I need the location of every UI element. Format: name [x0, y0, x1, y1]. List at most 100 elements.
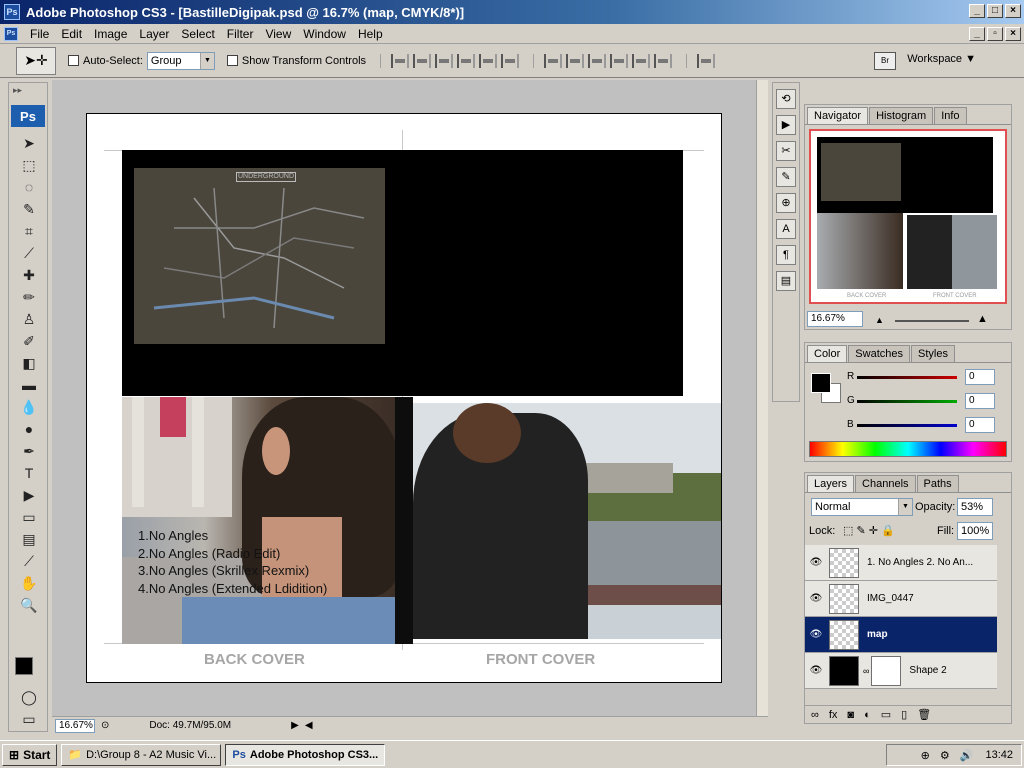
eye-icon[interactable]: 👁 — [805, 593, 827, 604]
distribute-top-icon[interactable] — [544, 53, 563, 68]
blue-slider[interactable]: B 0 — [847, 417, 1007, 433]
brushes-panel-icon[interactable]: ✎ — [776, 167, 796, 187]
distribute-left-icon[interactable] — [610, 53, 629, 68]
quick-selection-tool-icon[interactable]: ✎ — [15, 199, 43, 219]
vertical-scrollbar[interactable] — [756, 80, 768, 716]
distribute-right-icon[interactable] — [654, 53, 673, 68]
front-cover-photo[interactable] — [413, 403, 721, 639]
eye-icon[interactable]: 👁 — [805, 557, 827, 568]
gradient-tool-icon[interactable]: ▬ — [15, 375, 43, 395]
taskbar-photoshop-button[interactable]: Ps Adobe Photoshop CS3... — [225, 743, 386, 766]
adjustment-layer-icon[interactable]: ◐ — [864, 709, 871, 721]
auto-align-icon[interactable] — [697, 53, 716, 68]
menu-filter[interactable]: Filter — [221, 27, 260, 41]
eyedropper-icon[interactable]: ⟋ — [15, 551, 43, 571]
layer-style-icon[interactable]: fx — [829, 709, 838, 721]
menu-edit[interactable]: Edit — [55, 27, 88, 41]
align-hcenter-icon[interactable] — [479, 53, 498, 68]
dodge-tool-icon[interactable]: ● — [15, 419, 43, 439]
tab-layers[interactable]: Layers — [807, 475, 855, 492]
actions-panel-icon[interactable]: ▶ — [776, 115, 796, 135]
back-cover-photo[interactable] — [122, 397, 395, 644]
history-brush-icon[interactable]: ✐ — [15, 331, 43, 351]
menu-window[interactable]: Window — [297, 27, 352, 41]
menu-layer[interactable]: Layer — [133, 27, 175, 41]
clone-stamp-icon[interactable]: ♙ — [15, 309, 43, 329]
paragraph-panel-icon[interactable]: ¶ — [776, 245, 796, 265]
network-icon[interactable]: ⊕ — [921, 749, 930, 762]
lock-icons[interactable]: ⬚ ✎ ✛ 🔒 — [843, 524, 895, 537]
delete-layer-icon[interactable]: 🗑 — [917, 708, 931, 721]
layer-comps-icon[interactable]: ▤ — [776, 271, 796, 291]
show-transform-checkbox[interactable] — [226, 55, 238, 66]
align-right-icon[interactable] — [501, 53, 520, 68]
menu-help[interactable]: Help — [352, 27, 389, 41]
navigator-zoom-slider[interactable] — [895, 320, 969, 322]
zoom-level-field[interactable]: 16.67% — [55, 718, 95, 733]
minimize-button[interactable]: _ — [969, 4, 985, 18]
taskbar-explorer-button[interactable]: 📁 D:\Group 8 - A2 Music Vi... — [61, 743, 222, 766]
foreground-color-swatch[interactable] — [15, 657, 33, 675]
doc-minimize-button[interactable]: _ — [969, 27, 985, 41]
tab-swatches[interactable]: Swatches — [848, 345, 910, 362]
hand-tool-icon[interactable]: ✋ — [15, 573, 43, 593]
link-layers-icon[interactable]: ∞ — [811, 709, 819, 721]
auto-select-checkbox[interactable] — [68, 55, 79, 66]
eye-icon[interactable]: 👁 — [805, 665, 827, 676]
menu-view[interactable]: View — [259, 27, 297, 41]
layer-row-text[interactable]: 👁 1. No Angles 2. No An... — [805, 545, 997, 581]
green-value[interactable]: 0 — [965, 393, 995, 409]
type-tool-icon[interactable]: T — [15, 463, 43, 483]
align-bottom-icon[interactable] — [435, 53, 454, 68]
align-vcenter-icon[interactable] — [413, 53, 432, 68]
layer-row-img[interactable]: 👁 IMG_0447 — [805, 581, 997, 617]
align-top-icon[interactable] — [391, 53, 410, 68]
menu-file[interactable]: File — [24, 27, 55, 41]
start-button[interactable]: ⊞ Start — [2, 743, 58, 766]
bridge-icon[interactable]: Br — [874, 52, 896, 70]
blend-mode-dropdown[interactable]: Normal ▼ — [811, 498, 913, 516]
green-slider[interactable]: G 0 — [847, 393, 1007, 409]
quick-mask-icon[interactable]: ◯ — [15, 687, 43, 707]
blue-value[interactable]: 0 — [965, 417, 995, 433]
move-tool-preset-button[interactable]: ➤✛ — [16, 46, 56, 75]
navigator-thumbnail[interactable]: BACK COVER FRONT COVER — [809, 129, 1007, 304]
zoom-in-icon[interactable]: ▲ — [977, 313, 988, 325]
tab-info[interactable]: Info — [934, 107, 967, 124]
tab-styles[interactable]: Styles — [911, 345, 955, 362]
tab-histogram[interactable]: Histogram — [869, 107, 934, 124]
map-image-layer[interactable]: UNDERGROUND — [134, 168, 385, 344]
distribute-hcenter-icon[interactable] — [632, 53, 651, 68]
color-fg-swatch[interactable] — [811, 373, 831, 393]
auto-select-dropdown[interactable]: Group ▼ — [146, 51, 215, 70]
track-list[interactable]: 1.No Angles 2.No Angles (Radio Edit) 3.N… — [138, 527, 327, 597]
tab-channels[interactable]: Channels — [855, 475, 916, 492]
close-button[interactable]: × — [1005, 4, 1021, 18]
pen-tool-icon[interactable]: ✒ — [15, 441, 43, 461]
distribute-vcenter-icon[interactable] — [566, 53, 585, 68]
status-menu-icon[interactable]: ⊙ — [101, 720, 109, 731]
tab-color[interactable]: Color — [807, 345, 848, 362]
notes-tool-icon[interactable]: ▤ — [15, 529, 43, 549]
document-icon[interactable]: Ps — [4, 26, 18, 41]
tab-paths[interactable]: Paths — [916, 475, 959, 492]
toolbox-collapse-icon[interactable]: ▸▸ — [9, 83, 47, 105]
red-slider[interactable]: R 0 — [847, 369, 1007, 385]
settings-icon[interactable]: ⚙ — [940, 749, 950, 762]
screen-mode-icon[interactable]: ▭ — [15, 709, 43, 729]
clone-source-icon[interactable]: ⊕ — [776, 193, 796, 213]
history-panel-icon[interactable]: ⟲ — [776, 89, 796, 109]
volume-icon[interactable]: 🔊 — [960, 749, 974, 762]
align-left-icon[interactable] — [457, 53, 476, 68]
zoom-out-icon[interactable]: ▲ — [875, 315, 884, 325]
tool-presets-icon[interactable]: ✂ — [776, 141, 796, 161]
layer-row-shape[interactable]: 👁 ∞ Shape 2 — [805, 653, 997, 689]
menu-select[interactable]: Select — [175, 27, 220, 41]
add-mask-icon[interactable]: ◙ — [847, 709, 854, 721]
zoom-tool-icon[interactable]: 🔍 — [15, 595, 43, 615]
move-tool-icon[interactable]: ➤ — [15, 133, 43, 153]
path-selection-icon[interactable]: ▶ — [15, 485, 43, 505]
eye-icon[interactable]: 👁 — [805, 629, 827, 640]
new-group-icon[interactable]: ▭ — [881, 708, 891, 721]
maximize-button[interactable]: □ — [987, 4, 1003, 18]
